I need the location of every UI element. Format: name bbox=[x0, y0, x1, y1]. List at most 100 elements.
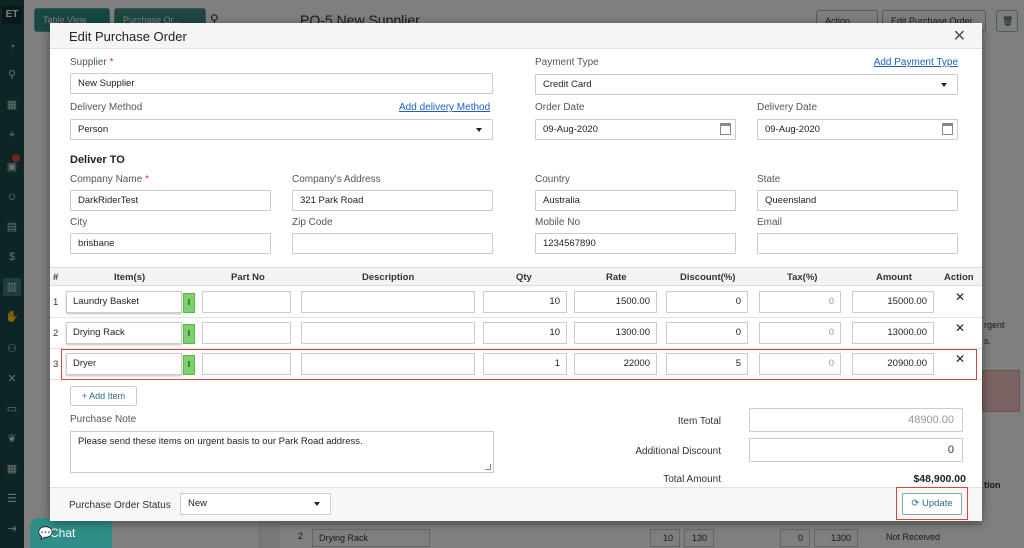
plus-icon: + bbox=[81, 391, 88, 401]
item-lookup-button[interactable]: I bbox=[183, 293, 195, 313]
additional-discount-input[interactable]: 0 bbox=[749, 438, 963, 462]
state-input[interactable]: Queensland bbox=[757, 190, 958, 211]
order-date-value: 09-Aug-2020 bbox=[543, 124, 598, 135]
po-status-label: Purchase Order Status bbox=[69, 500, 171, 511]
total-amount-label: Total Amount bbox=[663, 474, 721, 485]
rate-input[interactable]: 1500.00 bbox=[574, 291, 657, 313]
header-rate: Rate bbox=[606, 272, 627, 283]
delivery-date-label: Delivery Date bbox=[757, 102, 818, 113]
payment-type-label: Payment Type bbox=[535, 57, 599, 68]
company-name-label: Company Name * bbox=[70, 174, 149, 185]
po-status-select[interactable]: New bbox=[180, 493, 331, 515]
add-item-label: Add Item bbox=[89, 391, 126, 401]
order-date-label: Order Date bbox=[535, 102, 585, 113]
part-no-input[interactable] bbox=[202, 353, 291, 375]
header-discount: Discount(%) bbox=[680, 272, 736, 283]
add-delivery-method-link[interactable]: Add delivery Method bbox=[399, 102, 490, 113]
edit-purchase-order-modal: Edit Purchase Order ✕ Supplier * New Sup… bbox=[50, 23, 982, 521]
refresh-icon: ⟳ bbox=[911, 498, 920, 509]
add-payment-type-link[interactable]: Add Payment Type bbox=[874, 57, 958, 68]
header-qty: Qty bbox=[516, 272, 532, 283]
modal-title: Edit Purchase Order bbox=[69, 29, 187, 44]
discount-input[interactable]: 0 bbox=[666, 291, 748, 313]
chat-bubble-icon: 💬 bbox=[38, 526, 53, 540]
row-number: 3 bbox=[53, 359, 59, 370]
header-amount: Amount bbox=[876, 272, 912, 283]
country-input[interactable]: Australia bbox=[535, 190, 736, 211]
qty-input[interactable]: 1 bbox=[483, 353, 567, 375]
description-input[interactable] bbox=[301, 353, 475, 375]
header-description: Description bbox=[362, 272, 415, 283]
order-date-input[interactable]: 09-Aug-2020 bbox=[535, 119, 736, 140]
discount-input[interactable]: 5 bbox=[666, 353, 748, 375]
chat-label: Chat bbox=[50, 526, 76, 540]
header-part-no: Part No bbox=[231, 272, 265, 283]
supplier-label: Supplier * bbox=[70, 57, 114, 68]
item-total-input[interactable]: 48900.00 bbox=[749, 408, 963, 432]
amount-input[interactable]: 15000.00 bbox=[852, 291, 934, 313]
description-input[interactable] bbox=[301, 322, 475, 344]
add-item-button[interactable]: + Add Item bbox=[70, 386, 137, 406]
table-row: 1 Laundry Basket I 10 1500.00 0 0 15000.… bbox=[50, 287, 982, 318]
rate-input[interactable]: 1300.00 bbox=[574, 322, 657, 344]
table-row: 3 Dryer I 1 22000 5 0 20900.00 ✕ bbox=[50, 349, 982, 380]
city-label: City bbox=[70, 217, 88, 228]
item-input[interactable]: Dryer bbox=[66, 353, 182, 375]
delete-row-icon[interactable]: ✕ bbox=[955, 352, 965, 366]
items-table-header: # Item(s) Part No Description Qty Rate D… bbox=[50, 267, 982, 286]
chat-button[interactable]: 💬 Chat bbox=[30, 518, 112, 548]
row-number: 2 bbox=[53, 328, 59, 339]
item-input[interactable]: Drying Rack bbox=[66, 322, 182, 344]
purchase-note-textarea[interactable]: Please send these items on urgent basis … bbox=[70, 431, 494, 473]
description-input[interactable] bbox=[301, 291, 475, 313]
state-label: State bbox=[757, 174, 781, 185]
delivery-method-select[interactable]: Person bbox=[70, 119, 493, 140]
calendar-icon[interactable] bbox=[942, 123, 953, 135]
modal-footer: Purchase Order Status New bbox=[50, 487, 982, 521]
update-button[interactable]: ⟳ Update bbox=[902, 493, 962, 515]
delivery-method-label: Delivery Method bbox=[70, 102, 143, 113]
zip-code-input[interactable] bbox=[292, 233, 493, 254]
email-input[interactable] bbox=[757, 233, 958, 254]
qty-input[interactable]: 10 bbox=[483, 322, 567, 344]
mobile-input[interactable]: 1234567890 bbox=[535, 233, 736, 254]
header-action: Action bbox=[944, 272, 974, 283]
item-input[interactable]: Laundry Basket bbox=[66, 291, 182, 313]
company-address-input[interactable]: 321 Park Road bbox=[292, 190, 493, 211]
close-icon[interactable]: ✕ bbox=[953, 26, 966, 46]
supplier-input[interactable]: New Supplier bbox=[70, 73, 493, 94]
purchase-note-value: Please send these items on urgent basis … bbox=[78, 436, 363, 447]
part-no-input[interactable] bbox=[202, 291, 291, 313]
payment-type-select[interactable]: Credit Card bbox=[535, 74, 958, 95]
email-label: Email bbox=[757, 217, 783, 228]
resize-handle-icon[interactable] bbox=[485, 464, 491, 470]
amount-input[interactable]: 13000.00 bbox=[852, 322, 934, 344]
item-total-label: Item Total bbox=[677, 416, 721, 427]
qty-input[interactable]: 10 bbox=[483, 291, 567, 313]
header-items: Item(s) bbox=[114, 272, 146, 283]
header-number: # bbox=[53, 272, 59, 283]
discount-input[interactable]: 0 bbox=[666, 322, 748, 344]
country-label: Country bbox=[535, 174, 571, 185]
total-amount-value: $48,900.00 bbox=[913, 473, 966, 485]
rate-input[interactable]: 22000 bbox=[574, 353, 657, 375]
update-label: Update bbox=[921, 498, 953, 509]
delete-row-icon[interactable]: ✕ bbox=[955, 321, 965, 335]
delete-row-icon[interactable]: ✕ bbox=[955, 290, 965, 304]
calendar-icon[interactable] bbox=[720, 123, 731, 135]
item-lookup-button[interactable]: I bbox=[183, 355, 195, 375]
table-row: 2 Drying Rack I 10 1300.00 0 0 13000.00 … bbox=[50, 318, 982, 349]
tax-input[interactable]: 0 bbox=[759, 353, 841, 375]
part-no-input[interactable] bbox=[202, 322, 291, 344]
modal-header: Edit Purchase Order ✕ bbox=[50, 23, 982, 49]
city-input[interactable]: brisbane bbox=[70, 233, 271, 254]
amount-input[interactable]: 20900.00 bbox=[852, 353, 934, 375]
delivery-date-value: 09-Aug-2020 bbox=[765, 124, 820, 135]
company-name-input[interactable]: DarkRiderTest bbox=[70, 190, 271, 211]
delivery-date-input[interactable]: 09-Aug-2020 bbox=[757, 119, 958, 140]
tax-input[interactable]: 0 bbox=[759, 322, 841, 344]
zip-code-label: Zip Code bbox=[292, 217, 333, 228]
tax-input[interactable]: 0 bbox=[759, 291, 841, 313]
company-address-label: Company's Address bbox=[292, 174, 381, 185]
item-lookup-button[interactable]: I bbox=[183, 324, 195, 344]
